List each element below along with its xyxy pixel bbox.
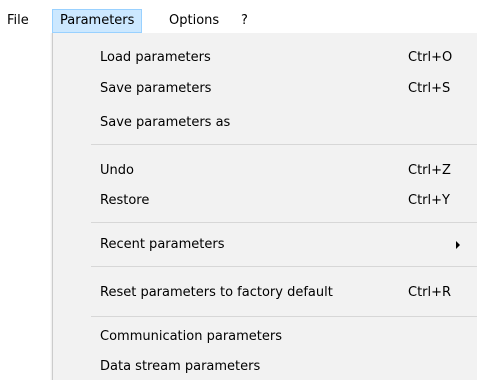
menu-item-label: Communication parameters bbox=[100, 329, 282, 344]
menu-item-label: Recent parameters bbox=[100, 237, 225, 252]
menu-item-communication-parameters[interactable]: Communication parameters bbox=[53, 324, 477, 352]
menu-separator bbox=[91, 144, 477, 145]
menu-item-load-parameters[interactable]: Load parameters Ctrl+O bbox=[53, 45, 477, 73]
menu-item-shortcut: Ctrl+O bbox=[408, 50, 453, 65]
menu-item-label: Save parameters as bbox=[100, 115, 231, 130]
menu-item-save-parameters[interactable]: Save parameters Ctrl+S bbox=[53, 76, 477, 104]
menu-options[interactable]: Options bbox=[162, 9, 226, 33]
parameters-dropdown-menu: Load parameters Ctrl+O Save parameters C… bbox=[52, 33, 477, 380]
menu-item-undo[interactable]: Undo Ctrl+Z bbox=[53, 158, 477, 186]
menu-item-label: Save parameters bbox=[100, 81, 212, 96]
menu-item-label: Reset parameters to factory default bbox=[100, 285, 333, 300]
menu-item-reset-factory-default[interactable]: Reset parameters to factory default Ctrl… bbox=[53, 280, 477, 308]
submenu-arrow-icon bbox=[456, 241, 460, 249]
menu-bar: File Parameters Options ? bbox=[0, 0, 477, 37]
menu-item-restore[interactable]: Restore Ctrl+Y bbox=[53, 188, 477, 216]
menu-separator bbox=[91, 222, 477, 223]
menu-item-label: Data stream parameters bbox=[100, 359, 261, 374]
menu-item-data-stream-parameters[interactable]: Data stream parameters bbox=[53, 354, 477, 382]
menu-item-label: Load parameters bbox=[100, 50, 211, 65]
menu-item-save-parameters-as[interactable]: Save parameters as bbox=[53, 110, 477, 138]
menu-parameters[interactable]: Parameters bbox=[52, 9, 143, 33]
menu-item-shortcut: Ctrl+S bbox=[408, 81, 451, 96]
menu-item-shortcut: Ctrl+Z bbox=[408, 163, 451, 178]
menu-item-label: Undo bbox=[100, 163, 134, 178]
menu-file[interactable]: File bbox=[0, 9, 36, 33]
menu-item-label: Restore bbox=[100, 193, 150, 208]
menu-separator bbox=[91, 316, 477, 317]
menu-item-recent-parameters[interactable]: Recent parameters bbox=[53, 232, 477, 260]
menu-separator bbox=[91, 266, 477, 267]
menu-help[interactable]: ? bbox=[234, 9, 255, 33]
menu-item-shortcut: Ctrl+Y bbox=[408, 193, 450, 208]
menu-item-shortcut: Ctrl+R bbox=[408, 285, 452, 300]
